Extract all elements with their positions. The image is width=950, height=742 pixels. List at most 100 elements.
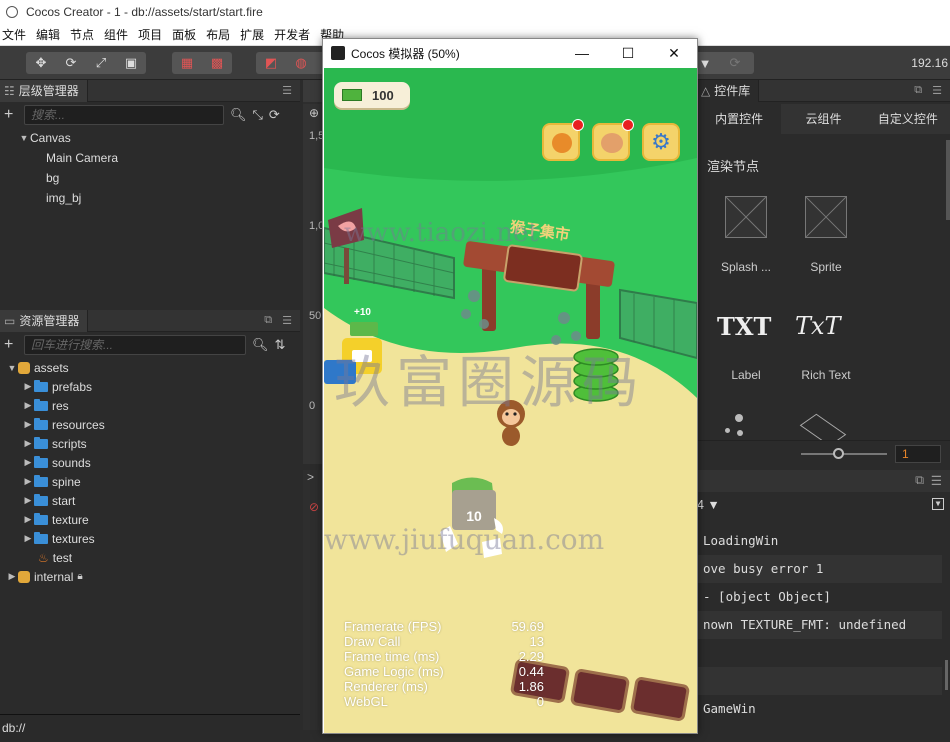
sprite-splash-icon[interactable] [725,196,767,238]
console-scrollbar[interactable] [945,660,948,690]
particle-icon[interactable] [725,414,755,440]
menu-panel[interactable]: 面板 [170,26,202,43]
collapse-toggle-icon[interactable]: ▼ [932,498,944,510]
label-icon[interactable]: TXT [717,312,777,341]
menu-developer[interactable]: 开发者 [272,26,316,43]
expand-arrow-icon[interactable]: ▶ [22,438,34,449]
menu-node[interactable]: 节点 [68,26,100,43]
preview-ip: 192.16 [911,56,948,70]
expand-arrow-icon[interactable]: ▶ [22,495,34,506]
menu-extension[interactable]: 扩展 [238,26,270,43]
move-tool-icon[interactable]: ✥ [26,52,56,74]
scene-tab[interactable] [303,80,323,102]
panel-menu-icon[interactable]: ☰ [931,473,942,488]
expand-arrow-icon[interactable]: ▼ [18,133,30,143]
node-canvas[interactable]: ▼ Canvas [0,128,300,148]
zoom-icon[interactable]: ⊕ [309,106,319,120]
scale-tool-icon[interactable]: ⤢ [86,52,116,74]
node-bg[interactable]: bg [0,168,300,188]
expand-arrow-icon[interactable]: ▶ [22,476,34,487]
asset-folder-resources[interactable]: ▶ resources [0,415,300,434]
menu-layout[interactable]: 布局 [204,26,236,43]
sort-icon[interactable]: ⇅ [275,337,286,353]
add-node-icon[interactable]: + [4,106,18,124]
asset-root[interactable]: ▼ assets [0,358,300,377]
asset-folder-prefabs[interactable]: ▶ prefabs [0,377,300,396]
folder-icon [34,493,48,506]
collapse-icon[interactable]: ⤡ [253,107,263,123]
tab-widgets[interactable]: △ 控件库 [697,79,760,102]
expand-arrow-icon[interactable]: ▶ [22,400,34,411]
maximize-icon[interactable]: ☐ [605,45,651,62]
game-canvas[interactable]: 100 ⚙ 猴子集市 +10 10 www.tiaozi.net 玖富圈源码 w… [324,68,697,733]
asset-test[interactable]: ♨ test [0,548,300,567]
folder-icon [34,436,48,449]
menu-project[interactable]: 项目 [136,26,168,43]
expand-arrow-icon[interactable]: ▼ [6,363,18,373]
asset-folder-scripts[interactable]: ▶ scripts [0,434,300,453]
asset-folder-sounds[interactable]: ▶ sounds [0,453,300,472]
node-main-camera[interactable]: Main Camera [0,148,300,168]
expand-arrow-icon[interactable]: ▶ [22,514,34,525]
hierarchy-search-input[interactable]: 搜索... [24,105,224,125]
expand-arrow-icon[interactable]: ▶ [22,457,34,468]
rect-tool-icon[interactable]: ▣ [116,52,146,74]
zoom-value-input[interactable]: 1 [895,445,941,463]
close-icon[interactable]: ✕ [651,45,697,62]
search-icon[interactable]: 🔍︎ [230,107,247,123]
pivot-icon[interactable]: ▦ [172,52,202,74]
panel-menu-icon[interactable]: ☰ [282,314,292,327]
richtext-icon[interactable]: TxT [795,312,865,340]
asset-folder-start[interactable]: ▶ start [0,491,300,510]
widget-label: Rich Text [801,368,851,382]
popout-icon[interactable]: ⧉ [915,473,924,488]
rotate-tool-icon[interactable]: ⟳ [56,52,86,74]
expand-arrow-icon[interactable]: ▶ [22,381,34,392]
asset-folder-res[interactable]: ▶ res [0,396,300,415]
node-img-bj[interactable]: img_bj [0,188,300,208]
expand-arrow-icon[interactable]: ▶ [6,571,18,582]
asset-internal[interactable]: ▶ internal 🔒︎ [0,567,300,586]
settings-button[interactable]: ⚙ [642,123,680,161]
asset-folder-texture[interactable]: ▶ texture [0,510,300,529]
tab-custom[interactable]: 自定义控件 [866,104,950,134]
snap-icon[interactable]: ◩ [256,52,286,74]
tab-cloud[interactable]: 云组件 [781,104,865,134]
panel-menu-icon[interactable]: ☰ [282,84,292,97]
asset-folder-spine[interactable]: ▶ spine [0,472,300,491]
expand-arrow-icon[interactable]: ▶ [22,419,34,430]
zoom-slider-thumb[interactable] [833,448,844,459]
menu-component[interactable]: 组件 [102,26,134,43]
log-level-select[interactable]: 4 ▼ [697,498,720,512]
reward-badge[interactable]: +10 [354,307,371,318]
console-tab-icon[interactable]: > [307,470,314,484]
panel-menu-icon[interactable]: ☰ [932,84,942,97]
db-icon [18,570,30,583]
minimize-icon[interactable]: — [559,45,605,62]
tab-assets[interactable]: ▭ 资源管理器 [0,309,89,332]
menu-file[interactable]: 文件 [0,26,32,43]
expand-arrow-icon[interactable]: ▶ [22,533,34,544]
ruler-icon[interactable]: ◍ [286,52,316,74]
zoom-slider-track[interactable] [801,453,887,455]
node-label: Main Camera [46,151,119,165]
worker-upgrade-button[interactable] [542,119,584,161]
refresh-icon[interactable]: ⟳ [269,107,280,123]
scrollbar[interactable] [946,140,950,220]
asset-folder-textures[interactable]: ▶ textures [0,529,300,548]
popout-icon[interactable]: ⧉ [914,84,922,97]
monkey-shop-button[interactable] [592,119,634,161]
search-icon[interactable]: 🔍︎ [252,337,269,353]
add-asset-icon[interactable]: + [4,336,18,354]
tab-builtin[interactable]: 内置控件 [697,104,782,134]
refresh-preview-icon[interactable]: ⟳ [720,52,750,74]
assets-search-input[interactable]: 回车进行搜索... [24,335,246,355]
sprite-icon[interactable] [805,196,847,238]
menu-edit[interactable]: 编辑 [34,26,66,43]
clear-icon[interactable]: ⊘ [309,500,319,514]
grid-icon[interactable]: ▩ [202,52,232,74]
folder-icon [34,417,48,430]
tab-hierarchy[interactable]: ☷ 层级管理器 [0,79,88,102]
popout-icon[interactable]: ⧉ [264,314,272,327]
db-icon [18,361,30,374]
